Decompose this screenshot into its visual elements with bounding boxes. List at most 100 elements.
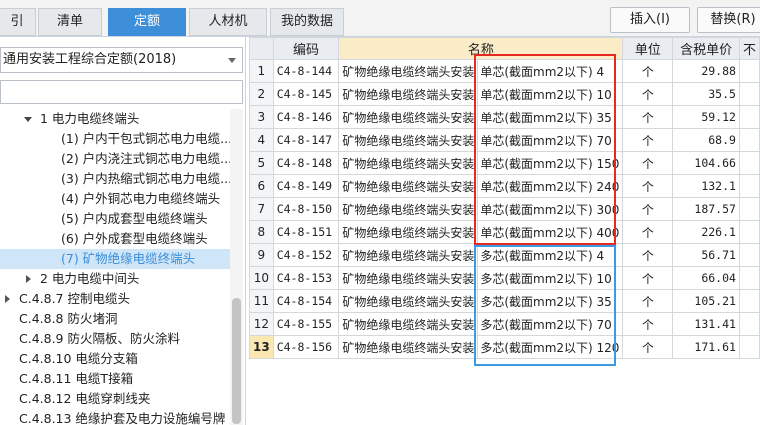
quota-library-select[interactable]: 通用安装工程综合定额(2018) [0,47,243,73]
extra-cell[interactable] [738,59,760,83]
tree-node[interactable]: (4) 户外铜芯电力电缆终端头 [0,189,230,209]
quota-spec[interactable]: 单芯(截面mm2以下) 10 [477,82,624,106]
quota-spec[interactable]: 单芯(截面mm2以下) 240 [477,174,624,198]
quota-name[interactable]: 矿物绝缘电缆终端头安装 [338,82,479,106]
quota-unit[interactable]: 个 [622,105,674,129]
extra-cell[interactable] [738,128,760,152]
code-column-header[interactable]: 编码 [272,37,340,60]
row-number[interactable]: 2 [249,82,274,106]
row-number[interactable]: 7 [249,197,274,221]
quota-price[interactable]: 56.71 [672,243,740,267]
row-number[interactable]: 1 [249,59,274,83]
tree-node[interactable]: C.4.8.7 控制电缆头 [0,289,230,309]
tree-node[interactable]: (2) 户内浇注式铜芯电力电缆... [0,149,230,169]
quota-unit[interactable]: 个 [622,128,674,152]
quota-name[interactable]: 矿物绝缘电缆终端头安装 [338,220,479,244]
replace-button[interactable]: 替换(R) [697,7,760,33]
tree-node[interactable]: 2 电力电缆中间头 [0,269,230,289]
quota-unit[interactable]: 个 [622,151,674,175]
table-row[interactable]: 4 C4-8-147 矿物绝缘电缆终端头安装 单芯(截面mm2以下) 70 个 68.9 [249,128,760,152]
quota-unit[interactable]: 个 [622,266,674,290]
extra-cell[interactable] [738,266,760,290]
quota-code[interactable]: C4-8-154 [272,289,340,313]
table-row[interactable]: 6 C4-8-149 矿物绝缘电缆终端头安装 单芯(截面mm2以下) 240 个 132.… [249,174,760,198]
quota-spec[interactable]: 单芯(截面mm2以下) 70 [477,128,624,152]
tree-node[interactable]: 1 电力电缆终端头 [0,109,230,129]
quota-unit[interactable]: 个 [622,220,674,244]
extra-cell[interactable] [738,312,760,336]
quota-unit[interactable]: 个 [622,335,674,359]
tree-node[interactable]: C.4.8.12 电缆穿刺线夹 [0,389,230,409]
tree-node[interactable]: (5) 户内成套型电缆终端头 [0,209,230,229]
quota-name[interactable]: 矿物绝缘电缆终端头安装 [338,266,479,290]
extra-cell[interactable] [738,105,760,129]
quota-spec[interactable]: 单芯(截面mm2以下) 150 [477,151,624,175]
table-row[interactable]: 1 C4-8-144 矿物绝缘电缆终端头安装 单芯(截面mm2以下) 4 个 29.88 [249,59,760,83]
row-number[interactable]: 9 [249,243,274,267]
table-row[interactable]: 12 C4-8-155 矿物绝缘电缆终端头安装 多芯(截面mm2以下) 70 个 131.… [249,312,760,336]
quota-name[interactable]: 矿物绝缘电缆终端头安装 [338,128,479,152]
price-column-header[interactable]: 含税单价 [672,37,740,60]
quota-name[interactable]: 矿物绝缘电缆终端头安装 [338,243,479,267]
row-number[interactable]: 13 [249,335,274,359]
quota-code[interactable]: C4-8-144 [272,59,340,83]
tab-labor-material[interactable]: 人材机 [189,8,267,36]
collapsed-arrow-icon[interactable] [26,275,31,283]
extra-cell[interactable] [738,151,760,175]
quota-spec[interactable]: 单芯(截面mm2以下) 35 [477,105,624,129]
tab-my-data[interactable]: 我的数据 [270,8,344,36]
quota-spec[interactable]: 单芯(截面mm2以下) 400 [477,220,624,244]
quota-spec[interactable]: 多芯(截面mm2以下) 120 [477,335,624,359]
quota-code[interactable]: C4-8-156 [272,335,340,359]
quota-code[interactable]: C4-8-150 [272,197,340,221]
row-number[interactable]: 5 [249,151,274,175]
extra-cell[interactable] [738,289,760,313]
expanded-arrow-icon[interactable] [24,117,32,122]
chevron-down-icon[interactable] [228,58,236,63]
row-number[interactable]: 6 [249,174,274,198]
quota-name[interactable]: 矿物绝缘电缆终端头安装 [338,197,479,221]
quota-unit[interactable]: 个 [622,243,674,267]
extra-cell[interactable] [738,82,760,106]
quota-unit[interactable]: 个 [622,289,674,313]
quota-spec[interactable]: 单芯(截面mm2以下) 4 [477,59,624,83]
quota-code[interactable]: C4-8-152 [272,243,340,267]
table-row[interactable]: 3 C4-8-146 矿物绝缘电缆终端头安装 单芯(截面mm2以下) 35 个 59.12 [249,105,760,129]
tree-scrollbar[interactable] [230,109,243,425]
quota-unit[interactable]: 个 [622,312,674,336]
quota-name[interactable]: 矿物绝缘电缆终端头安装 [338,289,479,313]
quota-price[interactable]: 68.9 [672,128,740,152]
unit-column-header[interactable]: 单位 [622,37,674,60]
row-number[interactable]: 8 [249,220,274,244]
quota-price[interactable]: 105.21 [672,289,740,313]
quota-name[interactable]: 矿物绝缘电缆终端头安装 [338,105,479,129]
table-row[interactable]: 5 C4-8-148 矿物绝缘电缆终端头安装 单芯(截面mm2以下) 150 个 104.… [249,151,760,175]
table-row[interactable]: 7 C4-8-150 矿物绝缘电缆终端头安装 单芯(截面mm2以下) 300 个 187.… [249,197,760,221]
quota-name[interactable]: 矿物绝缘电缆终端头安装 [338,59,479,83]
tree-search-input[interactable] [0,80,243,104]
quota-price[interactable]: 171.61 [672,335,740,359]
quota-code[interactable]: C4-8-148 [272,151,340,175]
tree-node[interactable]: (6) 户外成套型电缆终端头 [0,229,230,249]
row-number[interactable]: 12 [249,312,274,336]
insert-button[interactable]: 插入(I) [610,7,690,33]
extra-cell[interactable] [738,220,760,244]
tab-bill[interactable]: 清单 [38,8,102,36]
quota-unit[interactable]: 个 [622,174,674,198]
quota-name[interactable]: 矿物绝缘电缆终端头安装 [338,335,479,359]
quota-unit[interactable]: 个 [622,197,674,221]
table-row[interactable]: 11 C4-8-154 矿物绝缘电缆终端头安装 多芯(截面mm2以下) 35 个 105.… [249,289,760,313]
extra-cell[interactable] [738,174,760,198]
quota-price[interactable]: 66.04 [672,266,740,290]
extra-cell[interactable] [738,197,760,221]
extra-cell[interactable] [738,243,760,267]
quota-code[interactable]: C4-8-149 [272,174,340,198]
table-row[interactable]: 13 C4-8-156 矿物绝缘电缆终端头安装 多芯(截面mm2以下) 120 个 171… [249,335,760,359]
quota-unit[interactable]: 个 [622,59,674,83]
quota-spec[interactable]: 多芯(截面mm2以下) 10 [477,266,624,290]
tab-quota[interactable]: 定额 [108,8,186,36]
row-number[interactable]: 3 [249,105,274,129]
quota-price[interactable]: 35.5 [672,82,740,106]
table-row[interactable]: 10 C4-8-153 矿物绝缘电缆终端头安装 多芯(截面mm2以下) 10 个 66.0… [249,266,760,290]
quota-price[interactable]: 59.12 [672,105,740,129]
